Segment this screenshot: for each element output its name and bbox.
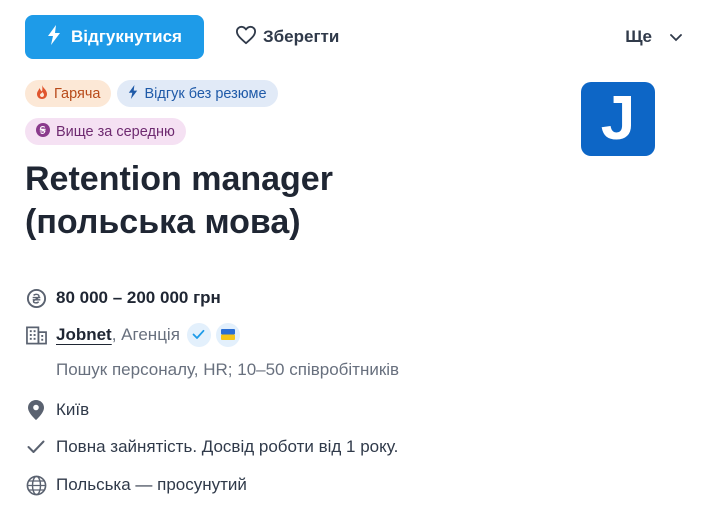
ukraine-badge <box>215 323 240 347</box>
chevron-down-icon <box>670 27 682 47</box>
apply-button-label: Відгукнутися <box>71 27 182 46</box>
building-icon <box>25 324 47 346</box>
company-description: Пошук персоналу, HR; 10–50 співробітникі… <box>56 360 400 379</box>
salary-value: 80 000 – 200 000 грн <box>56 288 221 307</box>
location-pin-icon <box>25 399 47 421</box>
employment-value: Повна зайнятість. Досвід роботи від 1 ро… <box>56 437 399 456</box>
badge-hot: Гаряча <box>25 80 112 107</box>
save-button[interactable]: Зберегти <box>235 15 339 59</box>
salary-row: 80 000 – 200 000 грн <box>25 284 665 312</box>
badge-no-resume: Відгук без резюме <box>117 80 278 107</box>
apply-button[interactable]: Відгукнутися <box>25 15 204 59</box>
bolt-icon <box>128 84 138 103</box>
currency-icon <box>36 122 50 141</box>
checkmark-icon <box>25 436 47 458</box>
verified-badge <box>186 323 211 347</box>
action-bar: Відгукнутися Зберегти Ще <box>25 15 690 59</box>
more-button-label: Ще <box>625 27 652 46</box>
company-logo[interactable]: J <box>581 82 655 156</box>
heart-icon <box>235 25 257 50</box>
job-details: 80 000 – 200 000 грн Jobnet, Агенція Пош… <box>25 284 665 499</box>
company-type: , Агенція <box>111 325 180 344</box>
employment-row: Повна зайнятість. Досвід роботи від 1 ро… <box>25 433 665 461</box>
badge-above-average-label: Вище за середню <box>56 123 175 140</box>
hryvnia-icon <box>25 287 47 309</box>
company-row: Jobnet, Агенція <box>25 321 665 349</box>
badge-hot-label: Гаряча <box>54 85 101 102</box>
badge-no-resume-label: Відгук без резюме <box>144 85 267 102</box>
company-logo-letter: J <box>600 84 636 153</box>
job-title-line-2: (польська мова) <box>25 203 301 241</box>
badge-above-average: Вище за середню <box>25 118 186 145</box>
location-value: Київ <box>56 400 90 419</box>
check-icon <box>192 325 205 345</box>
job-title: Retention manager (польська мова) <box>25 158 545 244</box>
job-title-line-1: Retention manager <box>25 160 333 198</box>
globe-icon <box>25 474 47 496</box>
save-button-label: Зберегти <box>263 27 340 46</box>
bolt-icon <box>47 24 61 50</box>
language-row: Польська — просунутий <box>25 471 665 499</box>
language-value: Польська — просунутий <box>56 475 247 494</box>
badges: Гаряча Відгук без резюме Вище за середню <box>25 80 325 156</box>
ukraine-flag-icon <box>220 325 235 345</box>
company-description-row: Пошук персоналу, HR; 10–50 співробітникі… <box>25 358 665 382</box>
more-button[interactable]: Ще <box>625 15 682 59</box>
location-row: Київ <box>25 396 665 424</box>
company-link[interactable]: Jobnet <box>56 325 112 344</box>
fire-icon <box>36 84 48 103</box>
